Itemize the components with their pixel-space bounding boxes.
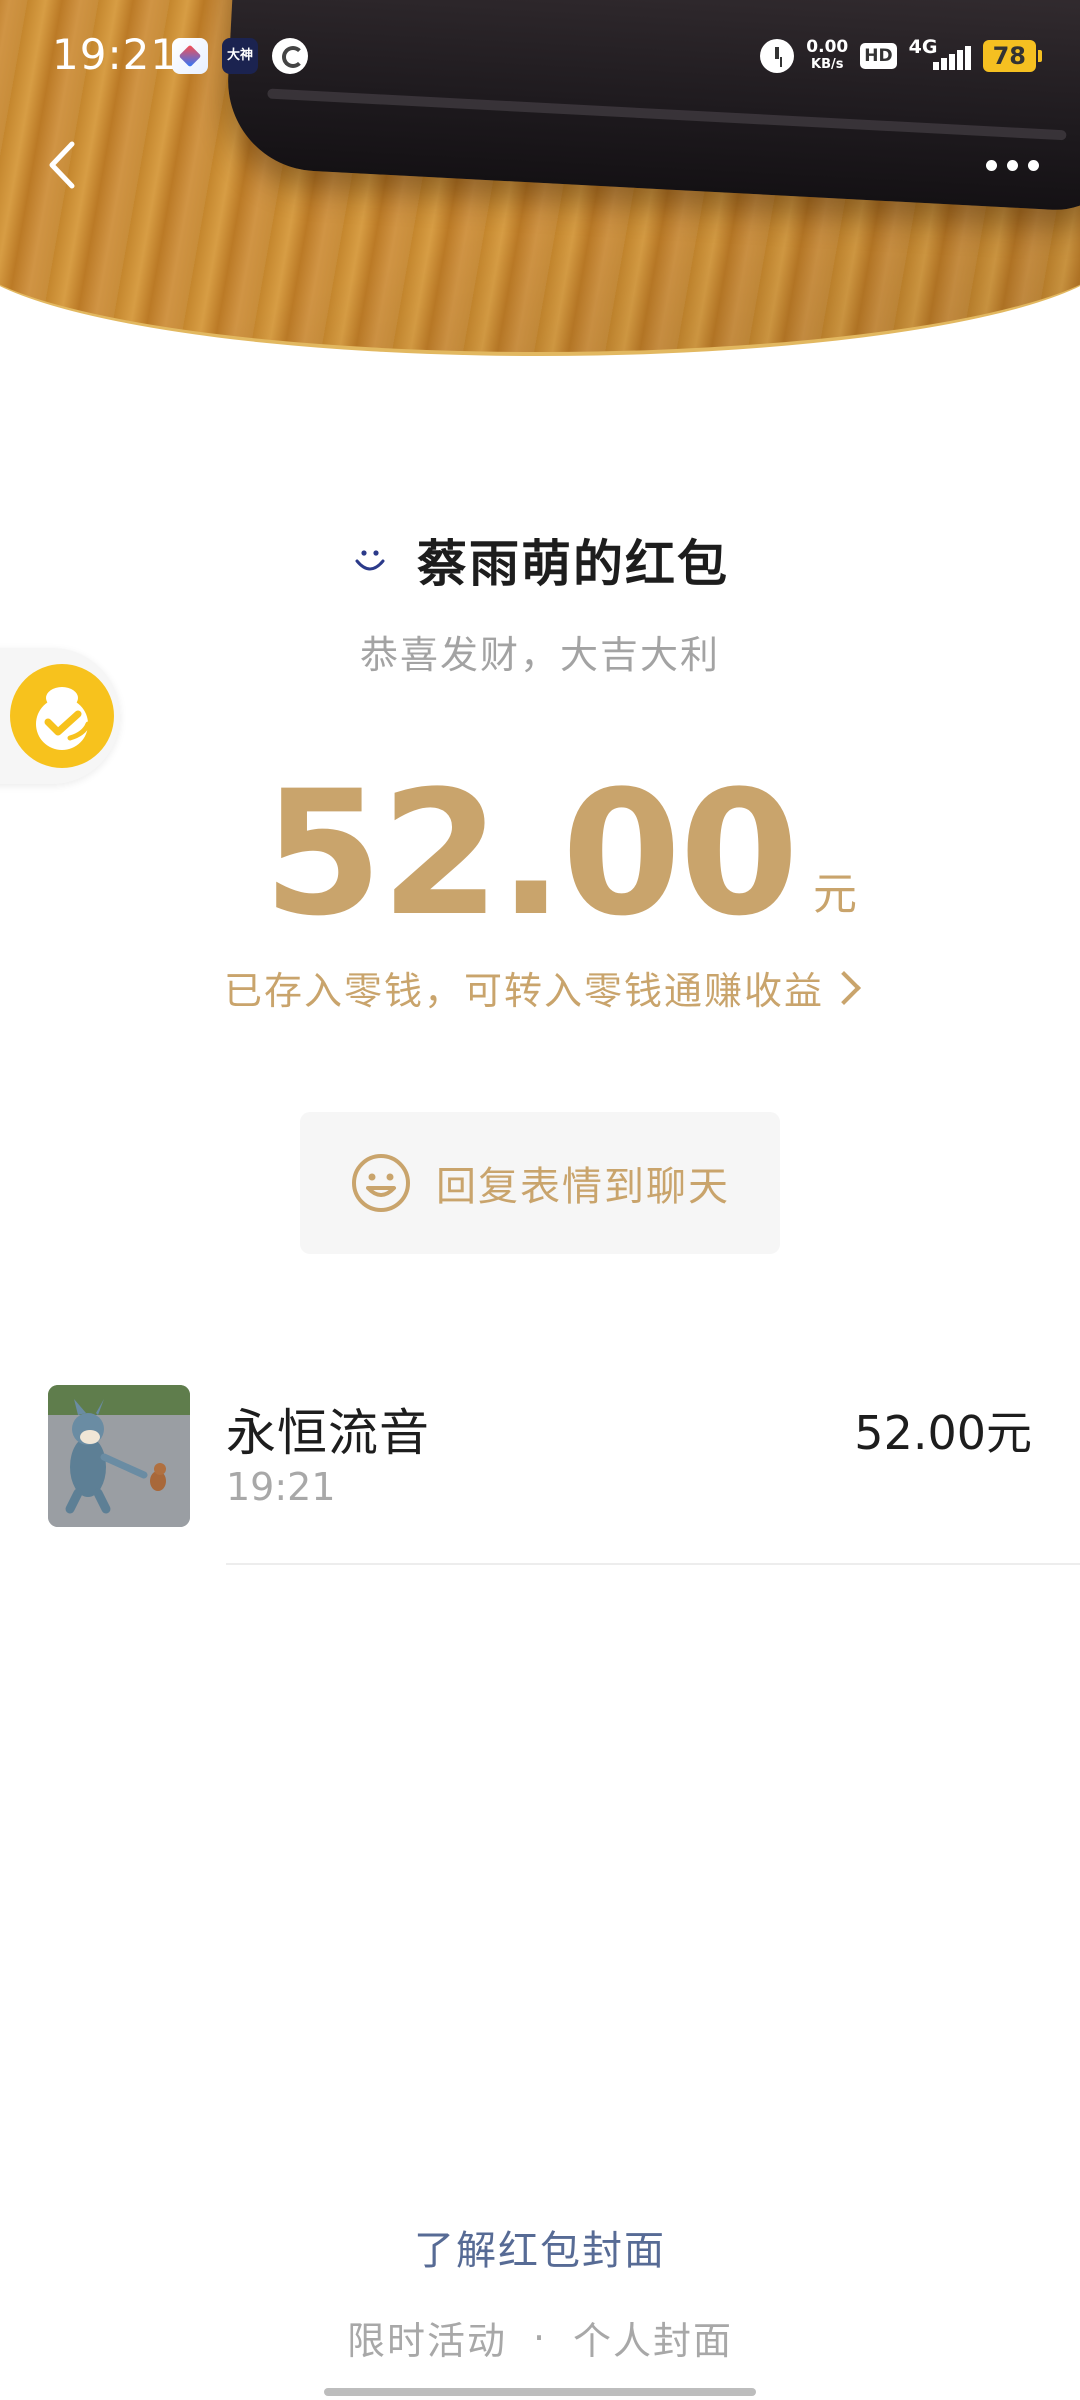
smile-avatar-icon — [351, 541, 389, 579]
personal-cover-link[interactable]: 个人封面 — [573, 2310, 733, 2365]
network-speed-value: 0.00 — [806, 37, 849, 57]
app-notification-icon — [172, 38, 208, 74]
amount-row: 52.00 元 — [0, 760, 1080, 940]
sender-row: 蔡雨萌的红包 — [0, 525, 1080, 595]
status-bar: 19:21 大神 0.00 KB/s HD 4G 78 — [0, 0, 1080, 116]
battery-icon: 78 — [982, 40, 1043, 72]
network-speed: 0.00 KB/s — [806, 38, 848, 74]
list-divider — [226, 1563, 1080, 1565]
smiley-face-icon — [352, 1154, 410, 1212]
signal-icon: 4G — [908, 36, 971, 74]
wallet-link[interactable]: 已存入零钱，可转入零钱通赚收益 — [0, 960, 1080, 1015]
network-speed-unit: KB/s — [811, 57, 844, 72]
amount-value: 52.00 — [262, 753, 799, 954]
reply-emoji-label: 回复表情到聊天 — [436, 1164, 730, 1210]
dashen-app-icon: 大神 — [222, 38, 258, 74]
chevron-left-icon — [49, 141, 75, 189]
chevron-right-icon — [827, 970, 861, 1005]
receiver-name: 永恒流音 — [226, 1404, 430, 1462]
reply-emoji-button[interactable]: 回复表情到聊天 — [300, 1112, 780, 1254]
learn-cover-link[interactable]: 了解红包封面 — [0, 2218, 1080, 2276]
receiver-avatar — [48, 1385, 190, 1527]
sender-title: 蔡雨萌的红包 — [417, 535, 729, 593]
status-time: 19:21 — [52, 30, 179, 79]
network-type: 4G — [908, 36, 938, 58]
back-button[interactable] — [28, 130, 98, 200]
receiver-list-item[interactable]: 永恒流音 19:21 52.00元 — [0, 1383, 1080, 1563]
footer-separator: · — [532, 2315, 548, 2360]
wallet-link-text: 已存入零钱，可转入零钱通赚收益 — [223, 969, 824, 1013]
floating-app-icon — [10, 664, 114, 768]
footer-links: 限时活动 · 个人封面 — [0, 2310, 1080, 2365]
alarm-icon — [760, 39, 795, 73]
receiver-time: 19:21 — [226, 1465, 336, 1509]
more-button[interactable] — [972, 140, 1052, 190]
speedometer-app-icon — [272, 38, 308, 74]
receiver-amount: 52.00元 — [854, 1406, 1032, 1460]
amount-unit: 元 — [813, 869, 858, 920]
hd-badge: HD — [860, 43, 897, 69]
status-indicators: 0.00 KB/s HD 4G 78 — [760, 34, 1043, 78]
blessing-text: 恭喜发财，大吉大利 — [359, 633, 720, 677]
limited-activity-link[interactable]: 限时活动 — [347, 2310, 507, 2365]
home-indicator[interactable] — [324, 2388, 756, 2396]
more-dots-icon — [985, 159, 997, 171]
